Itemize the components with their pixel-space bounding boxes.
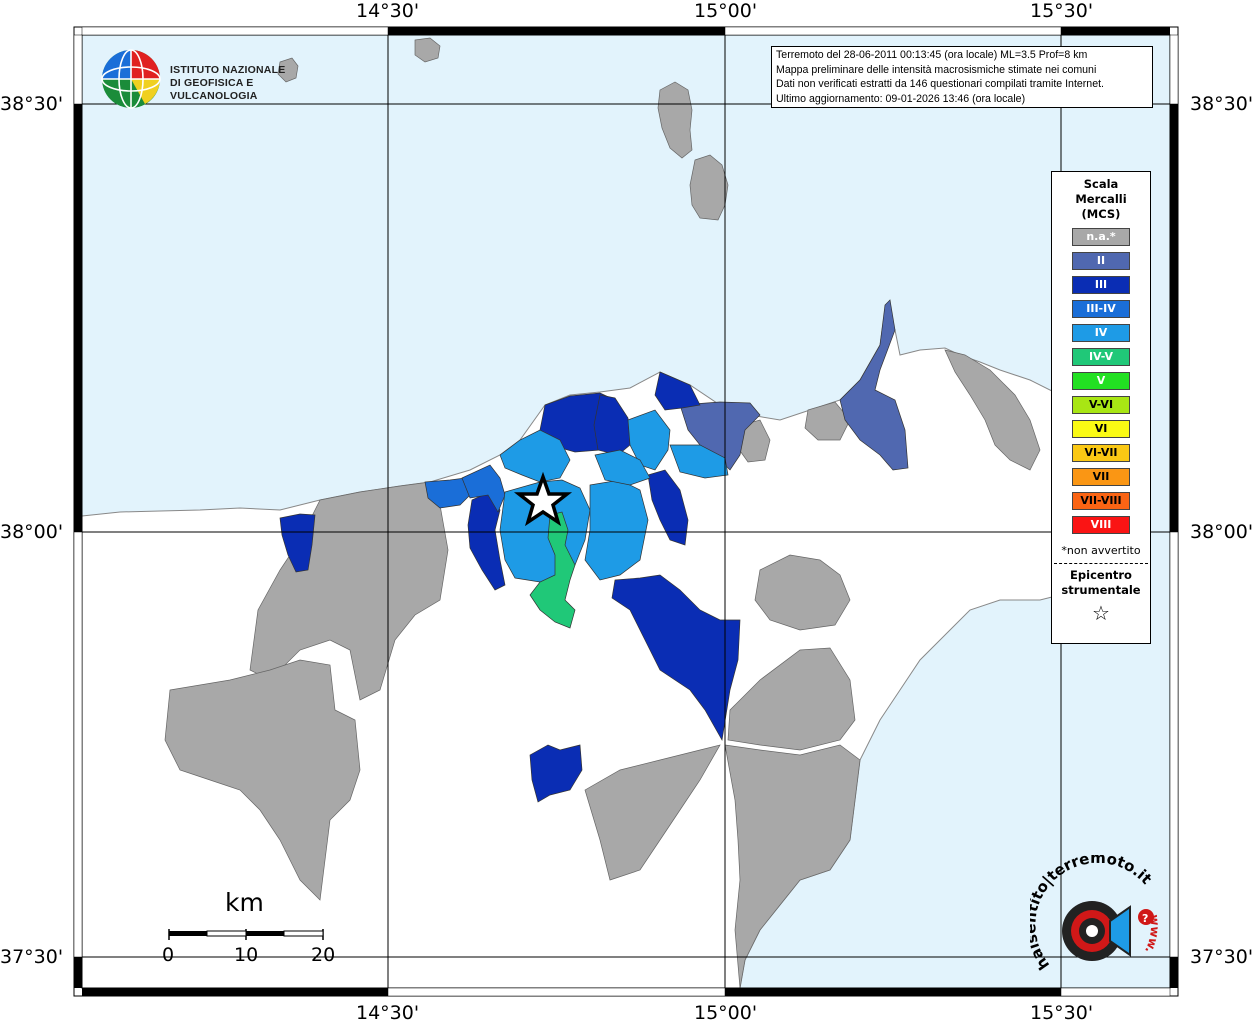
ingv-globe-icon bbox=[101, 49, 161, 109]
legend-swatch-v: V bbox=[1072, 372, 1130, 390]
event-info-box: Terremoto del 28-06-2011 00:13:45 (ora l… bbox=[771, 46, 1153, 108]
lat-label-right-2: 38°00' bbox=[1190, 521, 1254, 543]
lon-label-top-2: 15°00' bbox=[694, 0, 758, 22]
haisentito-logo: haisentito|terremoto.it www. ? bbox=[1030, 855, 1162, 973]
legend-swatch-viii: VIII bbox=[1072, 516, 1130, 534]
lat-label-right-3: 37°30' bbox=[1190, 946, 1254, 968]
epicenter-star-icon: ☆ bbox=[1092, 601, 1110, 625]
ingv-name-line2: DI GEOFISICA E VULCANOLOGIA bbox=[170, 77, 258, 102]
legend-swatch-vi-vii: VI-VII bbox=[1072, 444, 1130, 462]
event-info-line1: Terremoto del 28-06-2011 00:13:45 (ora l… bbox=[776, 49, 1088, 61]
legend-swatch-vii: VII bbox=[1072, 468, 1130, 486]
legend-swatch-v-vi: V-VI bbox=[1072, 396, 1130, 414]
legend-epicenter-title: Epicentro strumentale bbox=[1052, 568, 1150, 598]
legend-swatch-iii-iv: III-IV bbox=[1072, 300, 1130, 318]
ingv-logo: ISTITUTO NAZIONALE DI GEOFISICA E VULCAN… bbox=[100, 48, 320, 110]
scale-label-20: 20 bbox=[311, 944, 336, 966]
ingv-name-line1: ISTITUTO NAZIONALE bbox=[170, 64, 286, 76]
ingv-name: ISTITUTO NAZIONALE DI GEOFISICA E VULCAN… bbox=[170, 64, 320, 103]
scale-label-0: 0 bbox=[162, 944, 175, 966]
lat-label-left-3: 37°30' bbox=[0, 946, 64, 968]
lat-label-left-1: 38°30' bbox=[0, 93, 64, 115]
lat-label-left-2: 38°00' bbox=[0, 521, 64, 543]
event-info-line4: Ultimo aggiornamento: 09-01-2026 13:46 (… bbox=[776, 92, 1026, 105]
intensity-legend: Scala Mercalli (MCS) n.a.* II III III-IV… bbox=[1051, 171, 1151, 644]
scale-unit: km bbox=[225, 888, 264, 917]
legend-swatch-vi: VI bbox=[1072, 420, 1130, 438]
scale-label-10: 10 bbox=[234, 944, 259, 966]
legend-title-line1: Scala bbox=[1083, 177, 1119, 191]
legend-separator bbox=[1054, 563, 1148, 564]
legend-swatch-vii-viii: VII-VIII bbox=[1072, 492, 1130, 510]
lon-label-top-1: 14°30' bbox=[356, 0, 420, 22]
lon-label-bottom-3: 15°30' bbox=[1030, 1002, 1094, 1024]
legend-title-line2: Mercalli bbox=[1075, 192, 1127, 206]
lat-label-right-1: 38°30' bbox=[1190, 93, 1254, 115]
lon-label-top-3: 15°30' bbox=[1030, 0, 1094, 22]
svg-text:?: ? bbox=[1142, 912, 1148, 925]
legend-swatch-iii: III bbox=[1072, 276, 1130, 294]
legend-epicenter-line2: strumentale bbox=[1061, 583, 1141, 597]
legend-items: n.a.* II III III-IV IV IV-V V V-VI VI VI… bbox=[1052, 228, 1150, 534]
event-info-line3: Dati non verificati estratti da 146 ques… bbox=[776, 78, 1104, 90]
scale-bar: km 0 10 20 bbox=[160, 888, 340, 968]
legend-title-line3: (MCS) bbox=[1081, 207, 1121, 221]
lon-label-bottom-1: 14°30' bbox=[356, 1002, 420, 1024]
legend-title: Scala Mercalli (MCS) bbox=[1052, 177, 1150, 222]
legend-swatch-na: n.a.* bbox=[1072, 228, 1130, 246]
legend-swatch-iv-v: IV-V bbox=[1072, 348, 1130, 366]
lon-label-bottom-2: 15°00' bbox=[694, 1002, 758, 1024]
legend-swatch-iv: IV bbox=[1072, 324, 1130, 342]
legend-epicenter-line1: Epicentro bbox=[1070, 568, 1132, 582]
legend-swatch-ii: II bbox=[1072, 252, 1130, 270]
event-info-line2: Mappa preliminare delle intensità macros… bbox=[776, 63, 1097, 76]
legend-na-note: *non avvertito bbox=[1061, 544, 1141, 557]
